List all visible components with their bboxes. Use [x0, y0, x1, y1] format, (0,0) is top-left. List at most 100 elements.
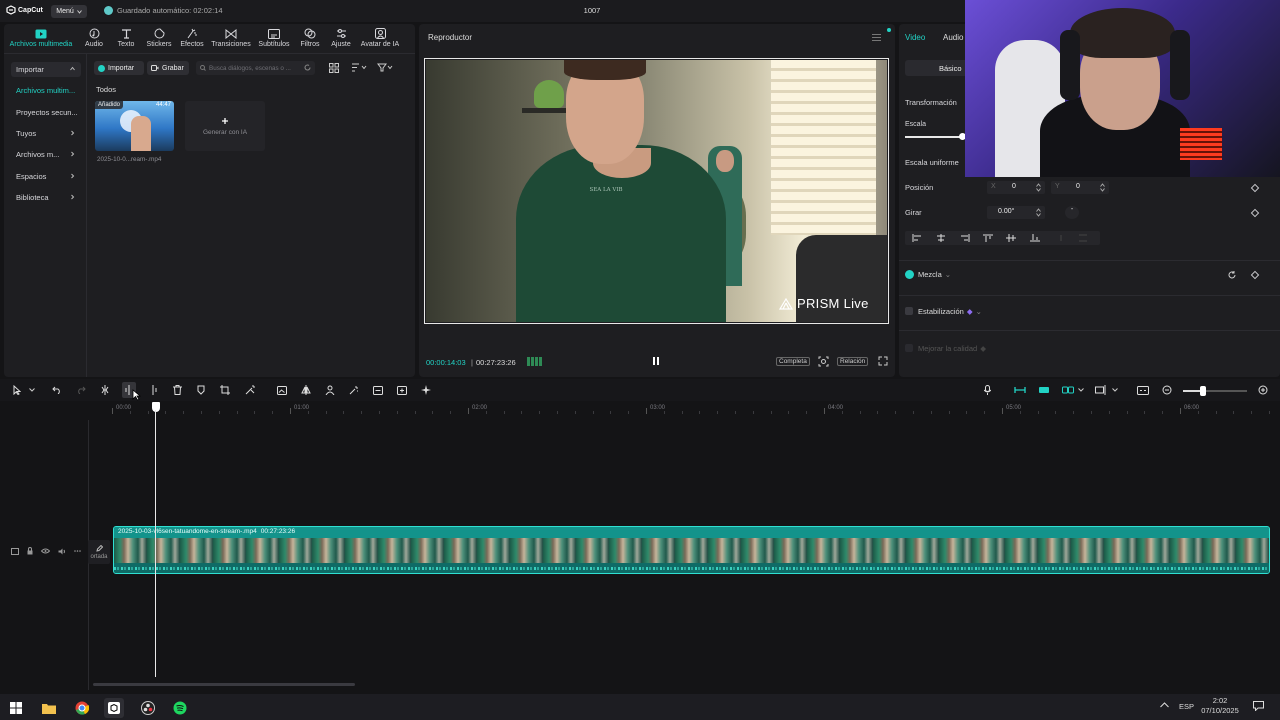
- tab-transiciones[interactable]: Transiciones: [209, 27, 253, 48]
- record-button[interactable]: Grabar: [147, 61, 189, 75]
- cover-screen-icon[interactable]: [11, 547, 19, 555]
- eye-icon[interactable]: [41, 548, 50, 554]
- tab-audio-props[interactable]: Audio: [943, 33, 963, 42]
- sidebar-item-tuyos[interactable]: Tuyos: [11, 126, 81, 141]
- split-right-button[interactable]: [146, 382, 160, 398]
- sort-icon[interactable]: [351, 63, 367, 72]
- chevron-up-tray-icon[interactable]: [1160, 702, 1169, 708]
- lock-icon[interactable]: [27, 547, 33, 555]
- zoom-in-button[interactable]: [1256, 382, 1270, 398]
- redo-button[interactable]: [74, 382, 88, 398]
- zoom-out-button[interactable]: [1160, 382, 1174, 398]
- refresh-icon[interactable]: [304, 64, 311, 71]
- more-icon[interactable]: [74, 550, 81, 552]
- avatar-tool-button[interactable]: [323, 382, 337, 398]
- pause-button[interactable]: [652, 356, 660, 366]
- stabilize-checkbox[interactable]: [905, 307, 913, 315]
- ai-edit-button[interactable]: [243, 382, 257, 398]
- speaker-icon[interactable]: [58, 548, 66, 555]
- chrome-icon[interactable]: [72, 698, 92, 718]
- hamburger-menu-icon[interactable]: [872, 34, 881, 41]
- linkage-dropdown[interactable]: [1074, 382, 1088, 398]
- playhead-handle[interactable]: [152, 402, 160, 412]
- captions-toggle-button[interactable]: [1136, 382, 1150, 398]
- align-center-h-icon[interactable]: [936, 234, 946, 242]
- stabilize-label[interactable]: Estabilización ◆ ⌄: [918, 307, 982, 316]
- windows-start-icon[interactable]: [6, 698, 26, 718]
- stepper-icon[interactable]: [1036, 208, 1041, 217]
- position-y-field[interactable]: Y 0: [1051, 181, 1109, 194]
- full-quality-button[interactable]: Completa: [776, 357, 810, 366]
- mirror-button[interactable]: [299, 382, 313, 398]
- notification-icon[interactable]: [1253, 701, 1264, 711]
- freeze-button[interactable]: [395, 382, 409, 398]
- blend-label[interactable]: Mezcla ⌄: [918, 270, 951, 279]
- position-x-field[interactable]: X 0: [987, 181, 1045, 194]
- select-tool[interactable]: [10, 382, 24, 398]
- generate-ai-button[interactable]: Generar con IA: [185, 101, 265, 151]
- media-replace-button[interactable]: [275, 382, 289, 398]
- reset-icon[interactable]: [1228, 271, 1236, 279]
- delete-button[interactable]: [170, 382, 184, 398]
- filter-funnel-icon[interactable]: [377, 63, 393, 72]
- split-button[interactable]: [98, 382, 112, 398]
- media-clip-thumbnail[interactable]: Añadido 44:47: [95, 101, 174, 151]
- capcut-taskbar-icon[interactable]: [104, 698, 124, 718]
- stepper-icon[interactable]: [1100, 183, 1105, 192]
- tab-efectos[interactable]: Efectos: [170, 27, 214, 48]
- main-track-magnet-button[interactable]: [1013, 382, 1027, 398]
- blend-toggle[interactable]: [905, 270, 914, 279]
- rotate-dial[interactable]: -: [1065, 206, 1079, 219]
- stepper-icon[interactable]: [1036, 183, 1041, 192]
- preview-axis-button[interactable]: [1094, 382, 1108, 398]
- search-field[interactable]: Busca diálogos, escenas o ...: [196, 61, 315, 75]
- record-voice-button[interactable]: [980, 382, 994, 398]
- tab-archivos-multimedia[interactable]: Archivos multimedia: [6, 27, 76, 48]
- cover-button[interactable]: ortada: [88, 540, 110, 564]
- clock[interactable]: 2:02 07/10/2025: [1196, 696, 1244, 716]
- linkage-button[interactable]: [1061, 382, 1075, 398]
- align-top-icon[interactable]: [983, 234, 993, 242]
- align-center-v-icon[interactable]: [1006, 234, 1016, 242]
- fullscreen-icon[interactable]: [878, 356, 888, 366]
- tab-video[interactable]: Video: [905, 33, 925, 42]
- align-left-icon[interactable]: [912, 234, 922, 242]
- aspect-ratio-button[interactable]: Relación: [837, 357, 869, 366]
- file-explorer-icon[interactable]: [39, 698, 59, 718]
- timeline-video-clip[interactable]: 2025-10-03-vl6sen-tatuandome-en-stream-.…: [113, 526, 1270, 574]
- sidebar-item-archivos-multimedia[interactable]: Archivos multim...: [11, 83, 81, 98]
- scale-slider[interactable]: [905, 136, 963, 138]
- auto-snap-button[interactable]: [1037, 382, 1051, 398]
- captions-button[interactable]: [371, 382, 385, 398]
- zoom-slider[interactable]: [1183, 390, 1247, 392]
- zoom-slider-thumb[interactable]: [1200, 386, 1206, 396]
- spotify-icon[interactable]: [170, 698, 190, 718]
- rotate-field[interactable]: 0.00°: [987, 206, 1045, 219]
- grid-view-icon[interactable]: [329, 63, 339, 73]
- marker-button[interactable]: [194, 382, 208, 398]
- remove-bg-button[interactable]: [347, 382, 361, 398]
- menu-button[interactable]: Menú: [51, 5, 87, 18]
- sidebar-item-proyectos[interactable]: Proyectos secun...: [11, 105, 81, 120]
- language-indicator[interactable]: ESP: [1179, 702, 1194, 711]
- align-right-icon[interactable]: [960, 234, 970, 242]
- timeline-scrollbar[interactable]: [93, 683, 355, 686]
- crop-button[interactable]: [218, 382, 232, 398]
- timeline-ruler[interactable]: 00:00 01:00 02:00 03:00 04:00 05:00 06:00: [112, 402, 1280, 414]
- obs-icon[interactable]: [138, 698, 158, 718]
- preview-axis-dropdown[interactable]: [1108, 382, 1122, 398]
- snapshot-icon[interactable]: [818, 356, 829, 367]
- import-button[interactable]: Importar: [94, 61, 144, 75]
- subtab-basico[interactable]: Básico: [939, 64, 962, 73]
- playhead[interactable]: [152, 402, 160, 677]
- select-dropdown[interactable]: [25, 382, 39, 398]
- tab-ajuste[interactable]: Ajuste: [319, 27, 363, 48]
- sidebar-item-importar[interactable]: Importar: [11, 62, 81, 77]
- undo-button[interactable]: [50, 382, 64, 398]
- tab-avatar-ia[interactable]: Avatar de IA: [358, 27, 402, 48]
- video-preview[interactable]: SEA LA VIB PRISM Live: [426, 60, 887, 322]
- align-bottom-icon[interactable]: [1030, 234, 1040, 242]
- sidebar-item-biblioteca[interactable]: Biblioteca: [11, 190, 81, 205]
- sidebar-item-espacios[interactable]: Espacios: [11, 169, 81, 184]
- ai-effects-button[interactable]: [419, 382, 433, 398]
